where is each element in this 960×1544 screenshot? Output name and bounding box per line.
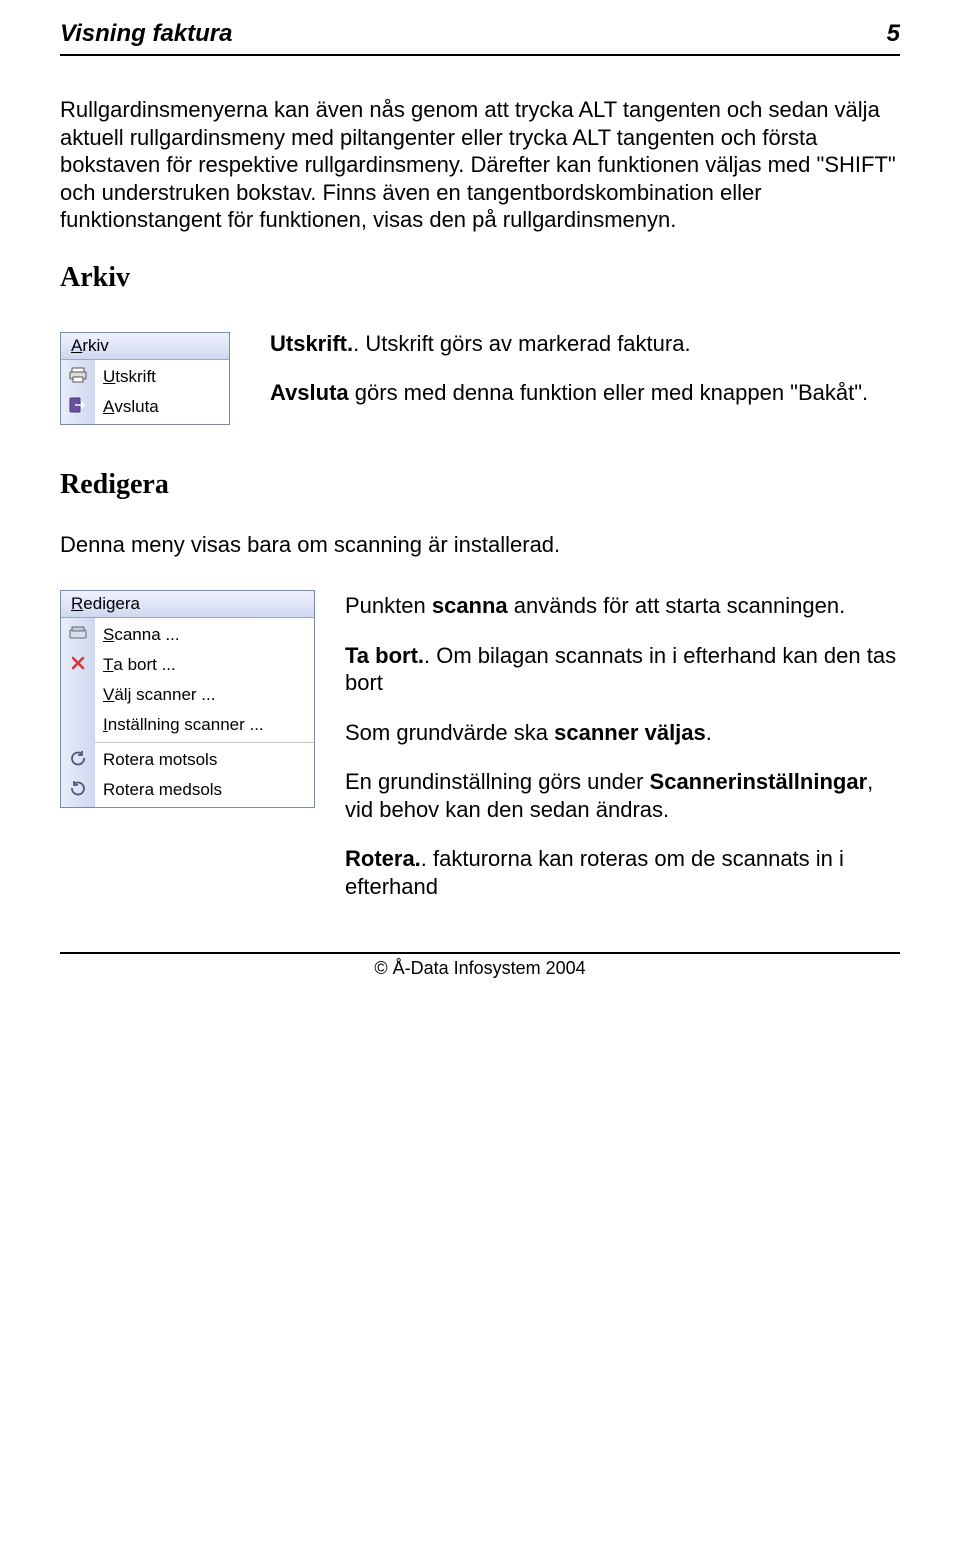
menu-title-rest: rkiv: [82, 336, 108, 355]
blank-icon: [61, 678, 95, 708]
menu-title-hotkey: R: [71, 594, 83, 613]
redigera-desc-scanner-valjas: Som grundvärde ska scanner väljas.: [345, 719, 900, 747]
arkiv-desc-avsluta: Avsluta görs med denna funktion eller me…: [270, 379, 900, 407]
redigera-desc-tabort: Ta bort.. Om bilagan scannats in i efter…: [345, 642, 900, 697]
menu-separator: [95, 742, 314, 743]
redigera-heading: Redigera: [60, 469, 900, 501]
menu-item-valj-scanner[interactable]: Välj scanner ...: [95, 680, 314, 710]
page-title: Visning faktura: [60, 20, 232, 48]
redigera-menu: Redigera Scanna ... Ta bort ... Välj sca…: [60, 590, 315, 808]
arkiv-heading: Arkiv: [60, 262, 900, 294]
redigera-desc-scanna: Punkten scanna används för att starta sc…: [345, 592, 900, 620]
redigera-intro: Denna meny visas bara om scanning är ins…: [60, 531, 900, 559]
menu-title-arkiv[interactable]: Arkiv: [61, 333, 229, 360]
delete-icon: [61, 648, 95, 678]
scanner-icon: [61, 618, 95, 648]
rotate-ccw-icon: [61, 743, 95, 773]
printer-icon: [61, 360, 95, 390]
menu-item-scanna[interactable]: Scanna ...: [95, 620, 314, 650]
menu-item-utskrift[interactable]: Utskrift: [95, 362, 229, 392]
arkiv-menu: Arkiv Utskrift Avsluta: [60, 332, 230, 425]
intro-paragraph: Rullgardinsmenyerna kan även nås genom a…: [60, 96, 900, 234]
exit-icon: [61, 390, 95, 420]
menu-title-redigera[interactable]: Redigera: [61, 591, 314, 618]
footer-copyright: © Å-Data Infosystem 2004: [60, 958, 900, 979]
blank-icon: [61, 708, 95, 738]
footer-rule: [60, 952, 900, 954]
menu-item-tabort[interactable]: Ta bort ...: [95, 650, 314, 680]
menu-title-hotkey: A: [71, 336, 82, 355]
menu-item-rotera-motsols[interactable]: Rotera motsols: [95, 745, 314, 775]
menu-item-installning-scanner[interactable]: Inställning scanner ...: [95, 710, 314, 740]
redigera-desc-rotera: Rotera.. fakturorna kan roteras om de sc…: [345, 845, 900, 900]
arkiv-desc-utskrift: Utskrift.. Utskrift görs av markerad fak…: [270, 330, 900, 358]
redigera-desc-scannerinstallningar: En grundinställning görs under Scannerin…: [345, 768, 900, 823]
page-number: 5: [887, 20, 900, 48]
rotate-cw-icon: [61, 773, 95, 803]
header-rule: [60, 54, 900, 56]
menu-item-avsluta[interactable]: Avsluta: [95, 392, 229, 422]
menu-item-rotera-medsols[interactable]: Rotera medsols: [95, 775, 314, 805]
menu-title-rest: edigera: [83, 594, 140, 613]
